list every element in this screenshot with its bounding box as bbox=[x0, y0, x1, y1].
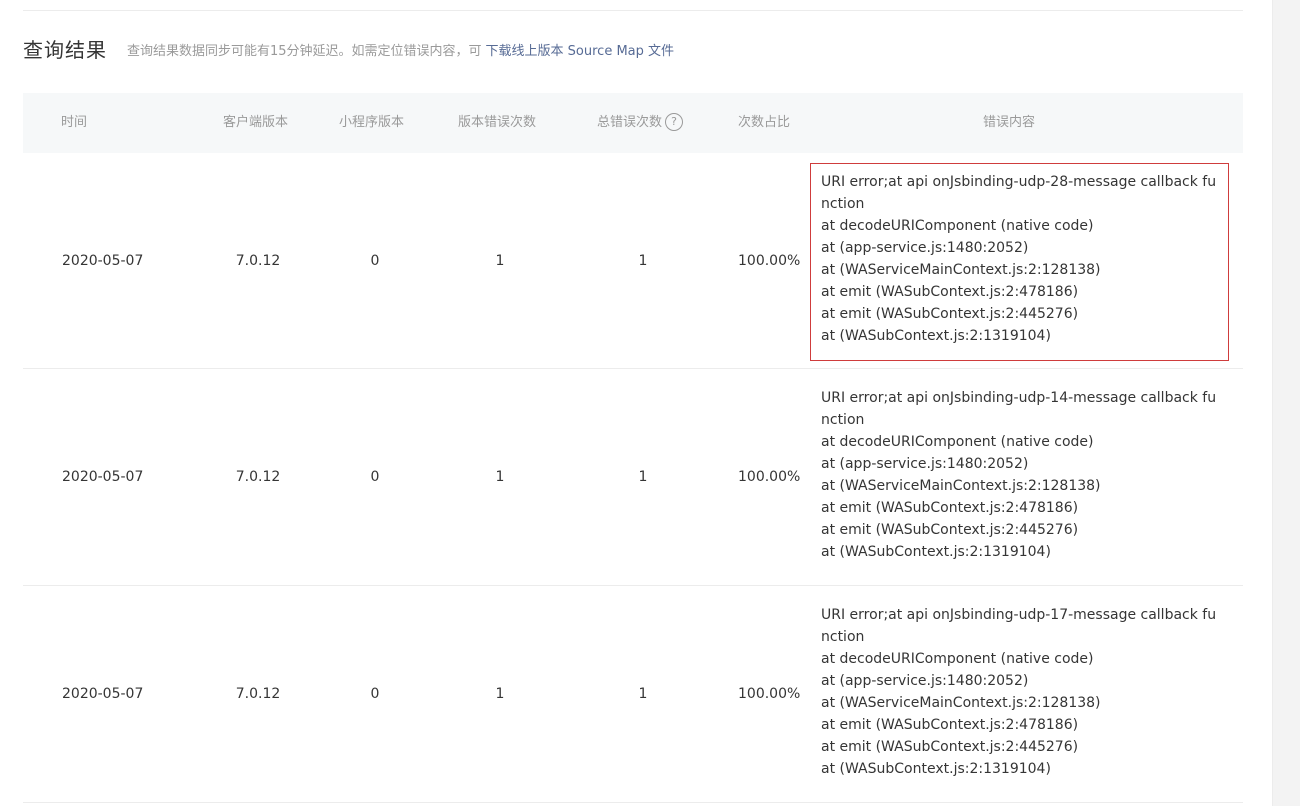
cell-ratio: 100.00% bbox=[738, 469, 801, 485]
column-header-time: 时间 bbox=[61, 115, 88, 130]
column-header-version-error-count: 版本错误次数 bbox=[458, 115, 537, 130]
error-line: at (WAServiceMainContext.js:2:128138) bbox=[821, 478, 1101, 494]
error-line: at (WASubContext.js:2:1319104) bbox=[821, 328, 1051, 344]
cell-error-content-highlighted: URI error;at api onJsbinding-udp-28-mess… bbox=[810, 163, 1229, 361]
error-line: at (app-service.js:1480:2052) bbox=[821, 673, 1029, 689]
cell-version-error-count: 1 bbox=[495, 686, 505, 702]
results-description: 查询结果数据同步可能有15分钟延迟。如需定位错误内容，可 bbox=[127, 43, 482, 59]
results-table: 时间 客户端版本 小程序版本 版本错误次数 总错误次数? 次数占比 错误内容 2… bbox=[23, 93, 1243, 803]
error-query-page: 查询结果 查询结果数据同步可能有15分钟延迟。如需定位错误内容，可 下载线上版本… bbox=[0, 0, 1300, 806]
table-row: 2020-05-07 7.0.12 0 1 1 100.00% URI erro… bbox=[23, 153, 1243, 369]
error-line: at (WAServiceMainContext.js:2:128138) bbox=[821, 695, 1101, 711]
column-header-client-version: 客户端版本 bbox=[223, 115, 289, 130]
cell-version-error-count: 1 bbox=[495, 469, 505, 485]
error-line: URI error;at api onJsbinding-udp-17-mess… bbox=[821, 607, 1217, 623]
column-header-error-content: 错误内容 bbox=[983, 115, 1036, 130]
cell-ratio: 100.00% bbox=[738, 686, 801, 702]
column-header-total-error-count: 总错误次数? bbox=[597, 93, 684, 153]
top-divider bbox=[23, 10, 1243, 11]
error-line: at emit (WASubContext.js:2:478186) bbox=[821, 717, 1079, 733]
error-line: at emit (WASubContext.js:2:478186) bbox=[821, 284, 1079, 300]
cell-ratio: 100.00% bbox=[738, 252, 801, 269]
cell-client-version: 7.0.12 bbox=[235, 469, 281, 485]
error-line: nction bbox=[821, 629, 865, 645]
error-line: at decodeURIComponent (native code) bbox=[821, 218, 1094, 234]
error-line: at emit (WASubContext.js:2:445276) bbox=[821, 739, 1079, 755]
error-line: at emit (WASubContext.js:2:445276) bbox=[821, 306, 1079, 322]
column-header-miniprogram-version: 小程序版本 bbox=[339, 115, 405, 130]
error-line: URI error;at api onJsbinding-udp-14-mess… bbox=[821, 390, 1217, 406]
cell-total-error-count: 1 bbox=[638, 252, 648, 269]
page-title: 查询结果 bbox=[23, 37, 107, 62]
error-line: at (WASubContext.js:2:1319104) bbox=[821, 761, 1051, 777]
scrollbar-track[interactable] bbox=[1272, 0, 1300, 806]
error-line: at (app-service.js:1480:2052) bbox=[821, 240, 1029, 256]
cell-miniprogram-version: 0 bbox=[370, 252, 380, 269]
error-line: at emit (WASubContext.js:2:478186) bbox=[821, 500, 1079, 516]
cell-error-content: URI error;at api onJsbinding-udp-17-mess… bbox=[810, 596, 1229, 794]
cell-time: 2020-05-07 bbox=[62, 252, 144, 269]
cell-total-error-count: 1 bbox=[638, 686, 648, 702]
cell-miniprogram-version: 0 bbox=[370, 469, 380, 485]
table-row: 2020-05-07 7.0.12 0 1 1 100.00% URI erro… bbox=[23, 586, 1243, 803]
cell-time: 2020-05-07 bbox=[62, 686, 144, 702]
cell-client-version: 7.0.12 bbox=[235, 252, 281, 269]
error-line: at (app-service.js:1480:2052) bbox=[821, 456, 1029, 472]
error-line: at decodeURIComponent (native code) bbox=[821, 651, 1094, 667]
error-line: at emit (WASubContext.js:2:445276) bbox=[821, 522, 1079, 538]
cell-error-content: URI error;at api onJsbinding-udp-14-mess… bbox=[810, 379, 1229, 577]
table-row: 2020-05-07 7.0.12 0 1 1 100.00% URI erro… bbox=[23, 369, 1243, 586]
error-line: nction bbox=[821, 412, 865, 428]
results-header: 查询结果 查询结果数据同步可能有15分钟延迟。如需定位错误内容，可 下载线上版本… bbox=[23, 30, 674, 66]
total-error-count-label: 总错误次数 bbox=[597, 115, 663, 130]
error-line: URI error;at api onJsbinding-udp-28-mess… bbox=[821, 174, 1217, 190]
cell-version-error-count: 1 bbox=[495, 252, 505, 269]
download-source-map-link[interactable]: 下载线上版本 Source Map 文件 bbox=[486, 40, 674, 59]
cell-miniprogram-version: 0 bbox=[370, 686, 380, 702]
error-line: at (WASubContext.js:2:1319104) bbox=[821, 544, 1051, 560]
error-line: at (WAServiceMainContext.js:2:128138) bbox=[821, 262, 1101, 278]
cell-client-version: 7.0.12 bbox=[235, 686, 281, 702]
table-body: 2020-05-07 7.0.12 0 1 1 100.00% URI erro… bbox=[23, 153, 1243, 803]
help-icon[interactable]: ? bbox=[665, 112, 684, 131]
error-line: nction bbox=[821, 196, 865, 212]
column-header-ratio: 次数占比 bbox=[738, 115, 791, 130]
cell-total-error-count: 1 bbox=[638, 469, 648, 485]
cell-time: 2020-05-07 bbox=[62, 469, 144, 485]
error-line: at decodeURIComponent (native code) bbox=[821, 434, 1094, 450]
table-header: 时间 客户端版本 小程序版本 版本错误次数 总错误次数? 次数占比 错误内容 bbox=[23, 93, 1243, 153]
